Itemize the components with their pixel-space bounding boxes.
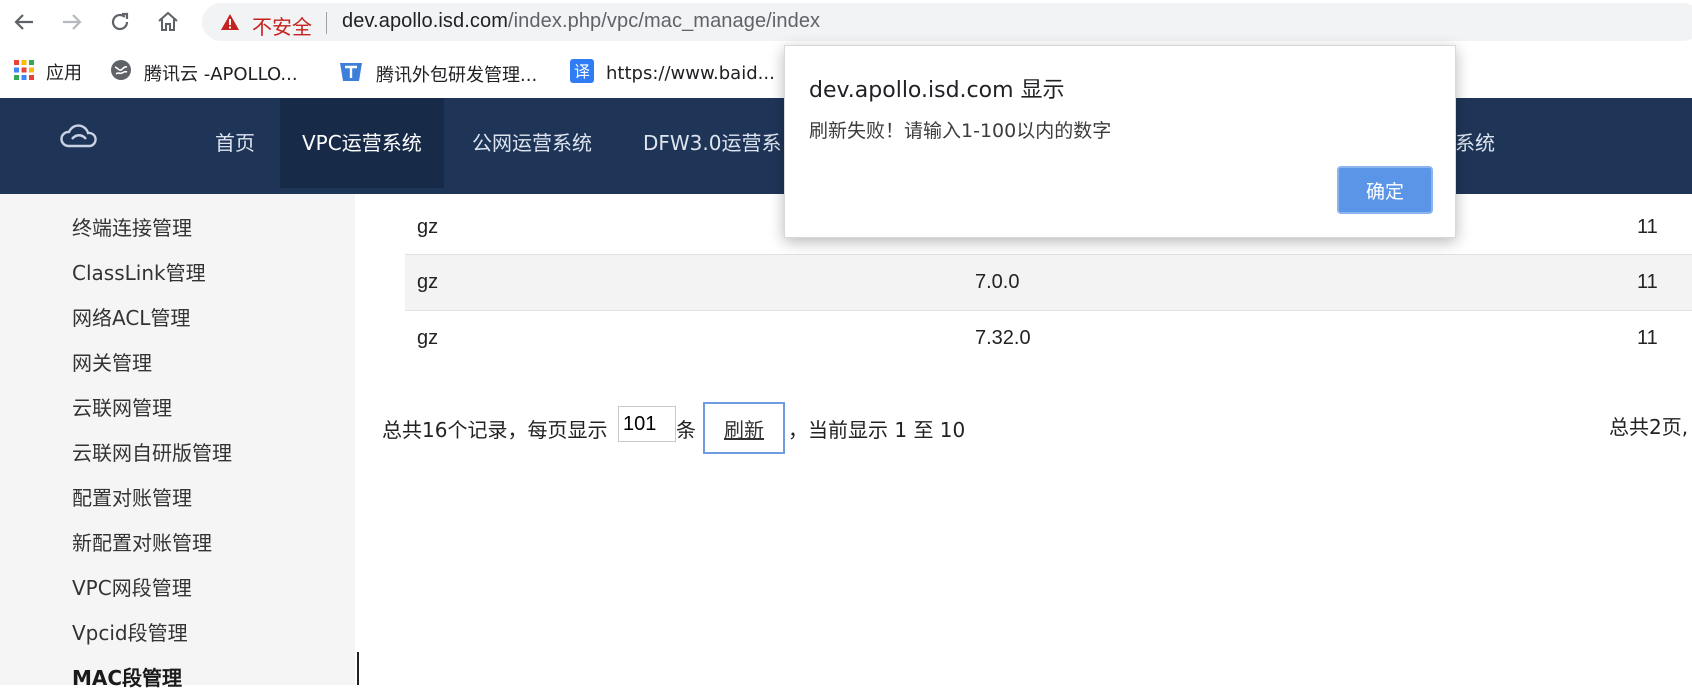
cell-region: gz: [417, 271, 439, 293]
nav-public-net-ops[interactable]: 公网运营系统: [472, 98, 592, 188]
translate-icon: 译: [570, 59, 594, 88]
sidebar-item-config-reconcile[interactable]: 配置对账管理: [72, 482, 192, 511]
sidebar-item-new-config-reconcile[interactable]: 新配置对账管理: [72, 527, 212, 556]
nav-vpc-ops[interactable]: VPC运营系统: [280, 98, 444, 188]
table-row[interactable]: gz 7.32.0 11: [405, 310, 1692, 366]
sidebar-item-gateway[interactable]: 网关管理: [72, 347, 152, 376]
table-row[interactable]: gz 7.0.0 11: [405, 254, 1692, 310]
url-text[interactable]: dev.apollo.isd.com/index.php/vpc/mac_man…: [342, 10, 820, 33]
nav-home[interactable]: 首页: [215, 98, 255, 188]
warning-icon: [220, 13, 240, 35]
sidebar-item-vpcid-range[interactable]: Vpcid段管理: [72, 617, 188, 646]
browser-toolbar: 不安全 dev.apollo.isd.com/index.php/vpc/mac…: [0, 0, 1692, 44]
address-bar[interactable]: 不安全 dev.apollo.isd.com/index.php/vpc/mac…: [202, 3, 1692, 41]
bookmark-label: https://www.baid...: [606, 63, 775, 84]
cell-region: gz: [417, 216, 439, 238]
sidebar-item-ccn[interactable]: 云联网管理: [72, 392, 172, 421]
total-pages-text: 总共2页,: [1609, 415, 1689, 439]
cell-version: 7.0.0: [975, 271, 1020, 293]
bookmark-tencent-outsource[interactable]: 腾讯外包研发管理...: [338, 59, 537, 88]
sidebar-item-ccn-self[interactable]: 云联网自研版管理: [72, 437, 232, 466]
sidebar-item-mac-range[interactable]: MAC段管理: [72, 662, 182, 691]
sidebar-item-terminal-connection[interactable]: 终端连接管理: [72, 212, 192, 241]
record-total-text: 总共16个记录，每页显示: [382, 418, 608, 442]
url-path: /index.php/vpc/mac_manage/index: [507, 10, 821, 32]
cloud-logo-icon[interactable]: [60, 122, 98, 156]
tencent-logo-icon: [338, 59, 364, 88]
globe-icon: [110, 59, 132, 86]
ok-button[interactable]: 确定: [1337, 166, 1433, 214]
cell-count: 11: [1637, 327, 1658, 349]
dialog-title: dev.apollo.isd.com 显示: [809, 78, 1065, 103]
sidebar-item-network-acl[interactable]: 网络ACL管理: [72, 302, 190, 331]
sidebar-divider: [357, 652, 359, 685]
alert-dialog: dev.apollo.isd.com 显示 刷新失败！请输入1-100以内的数字…: [784, 45, 1456, 238]
sidebar-item-vpc-cidr[interactable]: VPC网段管理: [72, 572, 192, 601]
bookmark-apps[interactable]: 应用: [14, 59, 82, 85]
cell-region: gz: [417, 327, 439, 349]
page-size-unit: 条: [676, 418, 696, 442]
bookmark-label: 腾讯云 -APOLLO...: [144, 63, 298, 85]
security-status[interactable]: 不安全: [252, 11, 312, 40]
bookmark-baidu-translate[interactable]: 译 https://www.baid...: [570, 59, 775, 88]
dialog-message: 刷新失败！请输入1-100以内的数字: [809, 120, 1112, 142]
current-range-text: ，当前显示 1 至 10: [788, 418, 966, 442]
apps-grid-icon: [14, 59, 34, 85]
forward-icon[interactable]: [56, 6, 88, 38]
back-icon[interactable]: [8, 6, 40, 38]
reload-icon[interactable]: [104, 6, 136, 38]
url-host: dev.apollo.isd.com: [342, 10, 508, 32]
nav-dfw-ops[interactable]: DFW3.0运营系: [643, 98, 782, 188]
bookmark-tencent-cloud[interactable]: 腾讯云 -APOLLO...: [110, 59, 298, 86]
omnibox-divider: [326, 12, 327, 34]
refresh-button[interactable]: 刷新: [703, 402, 785, 454]
cell-version: 7.32.0: [975, 327, 1031, 349]
home-icon[interactable]: [152, 6, 184, 38]
sidebar-item-classlink[interactable]: ClassLink管理: [72, 257, 206, 286]
cell-count: 11: [1637, 271, 1658, 293]
cell-count: 11: [1637, 216, 1658, 238]
bookmark-label: 应用: [46, 63, 82, 84]
pagination: 总共16个记录，每页显示 条 刷新 ，当前显示 1 至 10 总共2页,: [382, 402, 1692, 454]
svg-text:译: 译: [574, 62, 590, 81]
page-size-input[interactable]: [618, 406, 676, 442]
sidebar: 终端连接管理 ClassLink管理 网络ACL管理 网关管理 云联网管理 云联…: [0, 194, 355, 690]
nav-other-system[interactable]: 系统: [1455, 98, 1495, 188]
bookmark-label: 腾讯外包研发管理...: [376, 64, 538, 86]
